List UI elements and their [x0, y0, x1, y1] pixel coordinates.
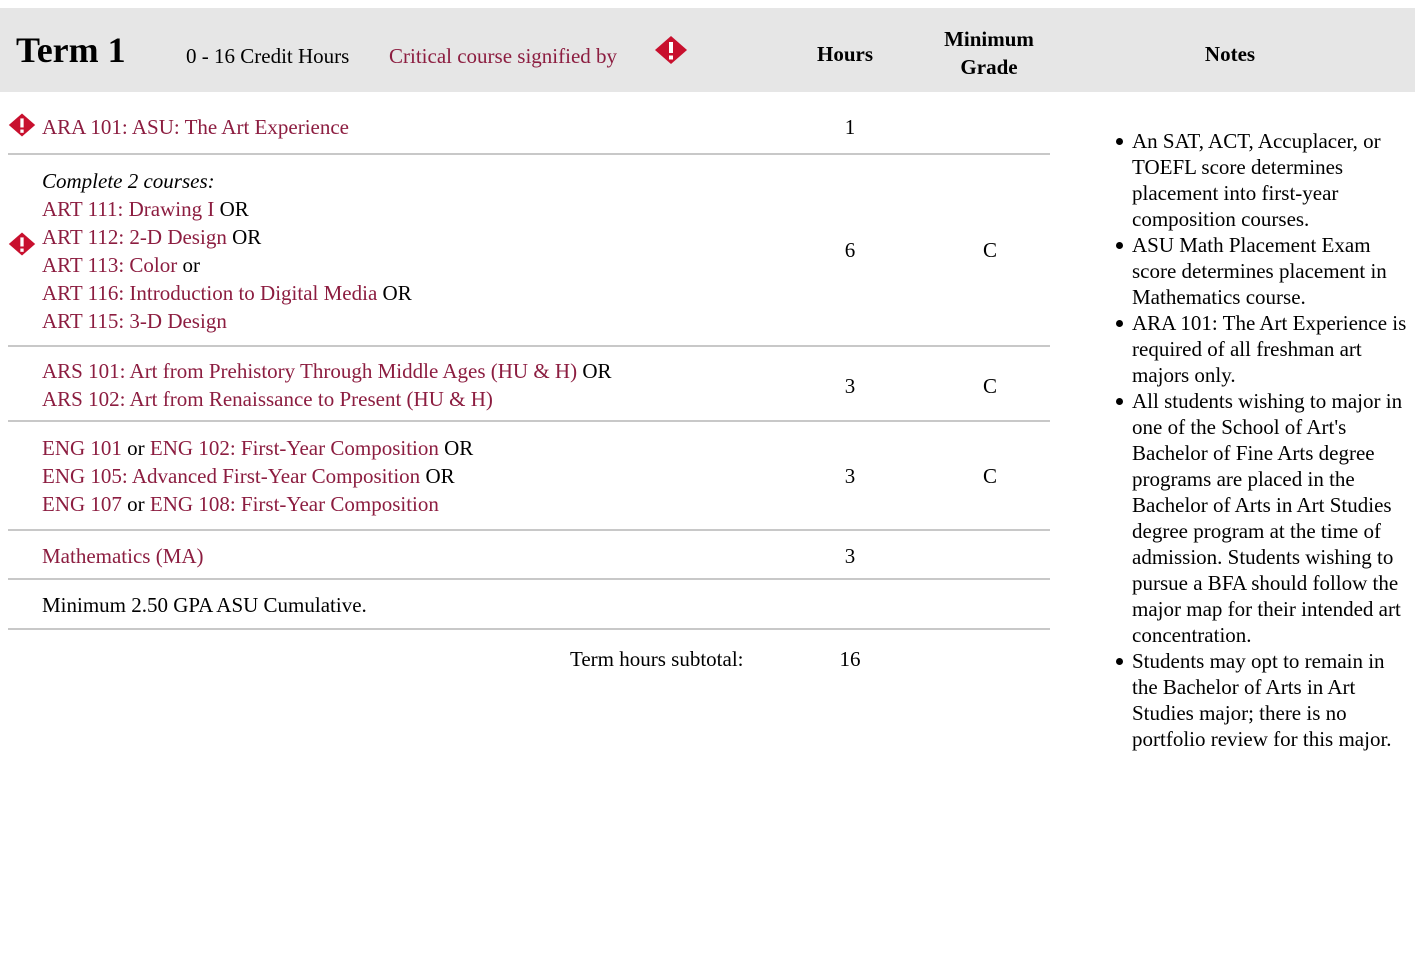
note-item: All students wishing to major in one of …: [1112, 388, 1408, 648]
course-line: ART 111: Drawing I OR: [42, 195, 412, 223]
row-divider: [8, 529, 1050, 531]
course-line: ART 115: 3-D Design: [42, 307, 412, 335]
hours-column-header: Hours: [816, 42, 873, 66]
course-connector-text: OR: [420, 464, 455, 488]
course-connector-text: OR: [377, 281, 412, 305]
course-link[interactable]: ARS 102: Art from Renaissance to Present…: [42, 387, 493, 411]
course-line: ARS 101: Art from Prehistory Through Mid…: [42, 357, 612, 385]
course-link[interactable]: ART 111: Drawing I: [42, 197, 214, 221]
course-connector-text: OR: [214, 197, 249, 221]
course-line: Mathematics (MA): [42, 542, 204, 570]
notes-column-header: Notes: [1204, 42, 1256, 66]
row-divider: [8, 153, 1050, 155]
row-divider: [8, 420, 1050, 422]
row-divider: [8, 628, 1050, 630]
min-grade-value: C: [982, 374, 997, 398]
course-link[interactable]: ENG 101: [42, 436, 122, 460]
course-row-1: ARA 101: ASU: The Art Experience: [42, 113, 349, 141]
course-line: ENG 101 or ENG 102: First-Year Compositi…: [42, 434, 473, 462]
critical-icon: [8, 232, 36, 256]
course-connector-text: or: [121, 436, 150, 460]
note-item: ASU Math Placement Exam score determines…: [1112, 232, 1408, 310]
course-link[interactable]: ENG 102: First-Year Composition: [150, 436, 439, 460]
course-line: ARA 101: ASU: The Art Experience: [42, 113, 349, 141]
course-connector-text: OR: [438, 436, 474, 460]
course-link[interactable]: Mathematics (MA): [42, 544, 204, 568]
critical-icon: [655, 36, 687, 64]
course-line: ENG 105: Advanced First-Year Composition…: [42, 462, 473, 490]
course-link[interactable]: ART 116: Introduction to Digital Media: [42, 281, 377, 305]
course-row-5: Mathematics (MA): [42, 542, 204, 570]
subtotal-value: 16: [839, 647, 861, 671]
hours-value: 3: [844, 464, 856, 488]
course-link[interactable]: ENG 108: First-Year Composition: [150, 492, 439, 516]
critical-icon: [8, 113, 36, 137]
term-title: Term 1: [16, 30, 126, 70]
course-row-2: Complete 2 courses: ART 111: Drawing I OR…: [42, 167, 412, 335]
course-line: ART 116: Introduction to Digital Media O…: [42, 279, 412, 307]
course-line: ARS 102: Art from Renaissance to Present…: [42, 385, 612, 413]
hours-value: 3: [844, 374, 856, 398]
notes-panel: An SAT, ACT, Accuplacer, or TOEFL score …: [1112, 128, 1408, 752]
row-divider: [8, 578, 1050, 580]
min-grade-column-header: Minimum Grade: [944, 27, 1034, 79]
hours-value: 1: [844, 115, 856, 139]
course-connector-text: or: [121, 492, 150, 516]
min-grade-value: C: [982, 238, 997, 262]
course-link[interactable]: ENG 107: [42, 492, 122, 516]
note-item: Students may opt to remain in the Bachel…: [1112, 648, 1408, 752]
notes-list: An SAT, ACT, Accuplacer, or TOEFL score …: [1112, 128, 1408, 752]
hours-value: 6: [844, 238, 856, 262]
course-line: ENG 107 or ENG 108: First-Year Compositi…: [42, 490, 473, 518]
course-row-4: ENG 101 or ENG 102: First-Year Compositi…: [42, 434, 473, 518]
course-link[interactable]: ARA 101: ASU: The Art Experience: [42, 115, 349, 139]
credit-hours: 0 - 16 Credit Hours: [186, 44, 350, 68]
major-map-page: Term 1 0 - 16 Credit Hours Critical cour…: [0, 0, 1415, 962]
min-grade-value: C: [982, 464, 997, 488]
course-row-3: ARS 101: Art from Prehistory Through Mid…: [42, 357, 612, 413]
note-item: ARA 101: The Art Experience is required …: [1112, 310, 1408, 388]
course-link[interactable]: ART 115: 3-D Design: [42, 309, 227, 333]
course-line: ART 112: 2-D Design OR: [42, 223, 412, 251]
note-item: An SAT, ACT, Accuplacer, or TOEFL score …: [1112, 128, 1408, 232]
course-connector-text: OR: [226, 225, 262, 249]
hours-value: 3: [844, 544, 856, 568]
course-link[interactable]: ENG 105: Advanced First-Year Composition: [42, 464, 420, 488]
term-header: Term 1 0 - 16 Credit Hours Critical cour…: [0, 8, 1415, 92]
subtotal-label: Term hours subtotal:: [570, 647, 744, 671]
course-line: Minimum 2.50 GPA ASU Cumulative.: [42, 591, 367, 619]
course-link[interactable]: ART 113: Color: [42, 253, 177, 277]
course-connector-text: or: [177, 253, 201, 277]
course-connector-text: OR: [577, 359, 612, 383]
course-connector-text: Minimum 2.50 GPA ASU Cumulative.: [42, 593, 367, 617]
row-divider: [8, 345, 1050, 347]
critical-course-link[interactable]: Critical course signified by: [389, 42, 617, 70]
course-row-6: Minimum 2.50 GPA ASU Cumulative.: [42, 591, 367, 619]
course-line: ART 113: Color or: [42, 251, 412, 279]
course-group-heading: Complete 2 courses:: [42, 169, 215, 193]
course-link[interactable]: ART 112: 2-D Design: [42, 225, 227, 249]
course-link[interactable]: ARS 101: Art from Prehistory Through Mid…: [42, 359, 577, 383]
